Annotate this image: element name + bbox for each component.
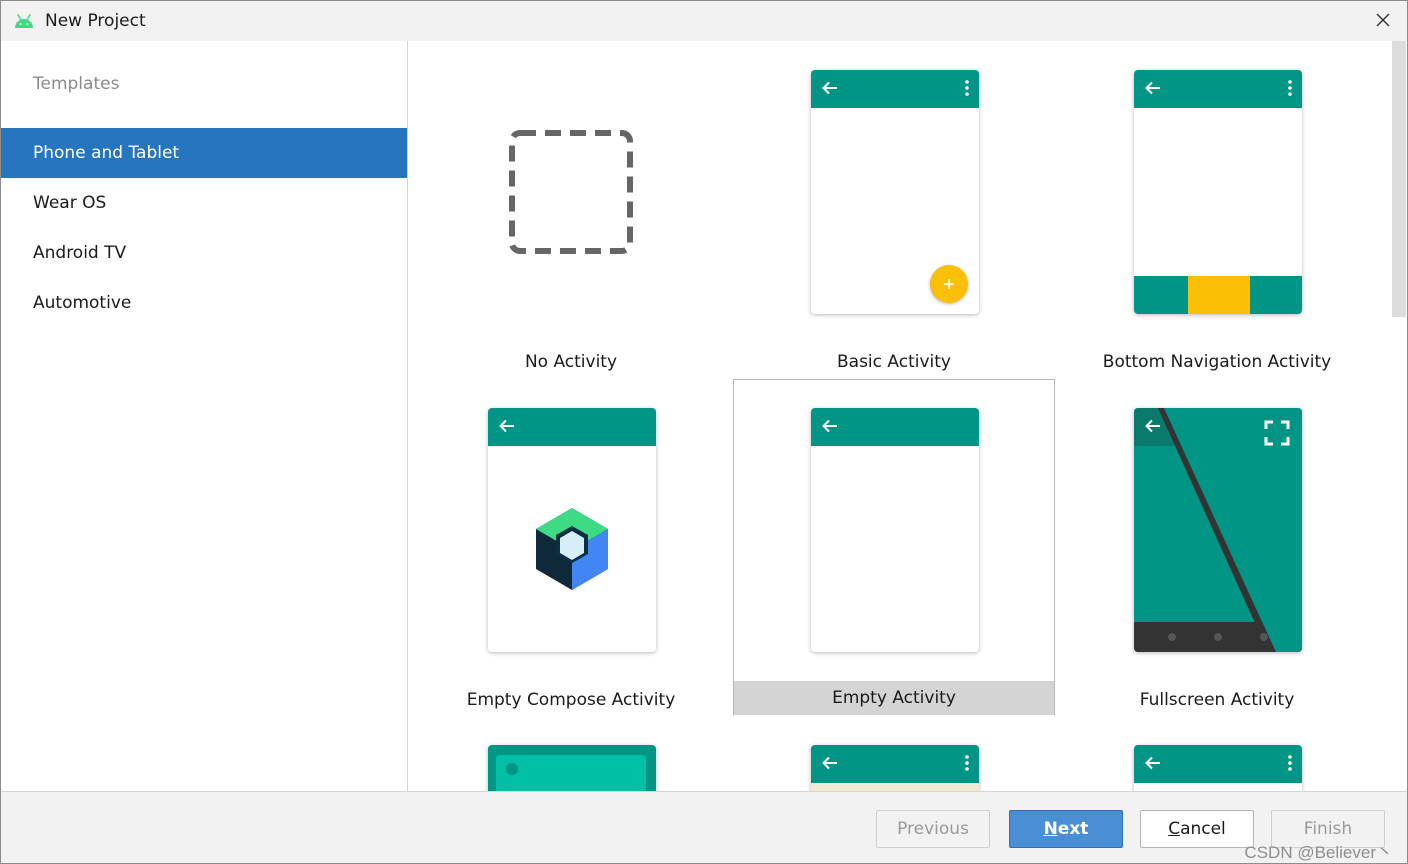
app-bar	[488, 408, 656, 446]
back-arrow-icon	[1145, 419, 1160, 433]
template-label: No Activity	[524, 352, 618, 372]
back-arrow-icon	[1145, 81, 1160, 95]
template-label: Bottom Navigation Activity	[1102, 352, 1332, 372]
template-label: Empty Compose Activity	[466, 690, 676, 710]
template-basic-activity[interactable]: Basic Activity	[733, 41, 1055, 377]
more-vert-icon	[1288, 80, 1292, 96]
app-bar	[1134, 745, 1302, 783]
template-label: Empty Activity	[734, 681, 1054, 715]
more-vert-icon	[1288, 755, 1292, 771]
templates-sidebar: Templates Phone and Tablet Wear OS Andro…	[1, 41, 408, 791]
sidebar-item-phone-and-tablet[interactable]: Phone and Tablet	[1, 128, 407, 178]
back-arrow-icon	[822, 81, 837, 95]
template-empty-activity[interactable]: Empty Activity	[733, 379, 1055, 715]
template-label: Basic Activity	[837, 352, 951, 372]
template-fullscreen-activity[interactable]: Fullscreen Activity	[1056, 379, 1378, 715]
back-arrow-icon	[1145, 756, 1160, 770]
app-bar	[811, 745, 979, 783]
template-preview	[1134, 745, 1302, 791]
sidebar-item-android-tv[interactable]: Android TV	[1, 228, 407, 278]
watermark: CSDN @Believer丶	[1244, 843, 1393, 862]
dialog-footer: Previous Next Cancel Finish CSDN @Believ…	[1, 791, 1407, 863]
cancel-button-label: ancel	[1180, 819, 1226, 839]
fullscreen-icon	[1264, 420, 1290, 446]
sidebar-item-label: Automotive	[33, 293, 132, 313]
empty-activity-preview	[811, 408, 979, 652]
empty-placeholder-icon	[509, 130, 633, 254]
next-mnemonic: N	[1043, 819, 1058, 839]
cancel-mnemonic: C	[1168, 819, 1181, 839]
template-preview	[811, 745, 979, 791]
more-vert-icon	[965, 755, 969, 771]
title-bar: New Project	[1, 1, 1407, 41]
template-row3-col2[interactable]	[733, 717, 1055, 791]
android-icon	[15, 14, 33, 28]
cancel-button[interactable]: Cancel	[1140, 810, 1254, 848]
new-project-dialog: New Project Templates Phone and Tablet W…	[0, 0, 1408, 864]
empty-compose-preview	[488, 408, 656, 652]
back-arrow-icon	[499, 419, 514, 433]
finish-button-label: Finish	[1303, 819, 1353, 839]
template-empty-compose-activity[interactable]: Empty Compose Activity	[410, 379, 732, 715]
category-list: Phone and Tablet Wear OS Android TV Auto…	[1, 128, 407, 328]
sidebar-item-wear-os[interactable]: Wear OS	[1, 178, 407, 228]
app-bar	[811, 70, 979, 108]
template-row3-col1[interactable]	[410, 717, 732, 791]
sidebar-item-label: Android TV	[33, 243, 127, 263]
template-gallery: No Activity Basic Activity Bottom Naviga…	[409, 41, 1407, 791]
more-vert-icon	[965, 80, 969, 96]
template-row3-col3[interactable]	[1056, 717, 1378, 791]
basic-activity-preview	[811, 70, 979, 314]
previous-button[interactable]: Previous	[876, 810, 990, 848]
preview-dot	[506, 763, 518, 775]
preview-card	[496, 755, 646, 791]
next-button-label: ext	[1057, 819, 1089, 839]
app-bar	[1134, 70, 1302, 108]
bottom-navigation-bar	[1134, 276, 1302, 314]
sidebar-item-automotive[interactable]: Automotive	[1, 278, 407, 328]
next-button[interactable]: Next	[1009, 810, 1123, 848]
sidebar-item-label: Wear OS	[33, 193, 107, 213]
bottom-navigation-selected-item	[1188, 276, 1250, 314]
previous-button-label: Previous	[897, 819, 969, 839]
template-label: Fullscreen Activity	[1139, 690, 1295, 710]
close-button[interactable]	[1367, 5, 1399, 35]
gallery-scrollbar[interactable]	[1391, 41, 1407, 791]
fullscreen-activity-preview	[1134, 408, 1302, 652]
template-no-activity[interactable]: No Activity	[410, 41, 732, 377]
template-bottom-navigation-activity[interactable]: Bottom Navigation Activity	[1056, 41, 1378, 377]
close-icon	[1376, 13, 1390, 27]
sidebar-heading: Templates	[33, 74, 120, 94]
sidebar-item-label: Phone and Tablet	[33, 143, 180, 163]
template-preview	[488, 745, 656, 791]
scrollbar-thumb[interactable]	[1392, 41, 1406, 317]
back-arrow-icon	[822, 756, 837, 770]
bottom-navigation-preview	[1134, 70, 1302, 314]
window-title: New Project	[45, 11, 146, 31]
preview-content-strip	[811, 783, 979, 791]
fab	[930, 265, 968, 303]
add-icon	[944, 279, 954, 289]
app-bar	[811, 408, 979, 446]
compose-logo-icon	[536, 508, 608, 590]
back-arrow-icon	[822, 419, 837, 433]
